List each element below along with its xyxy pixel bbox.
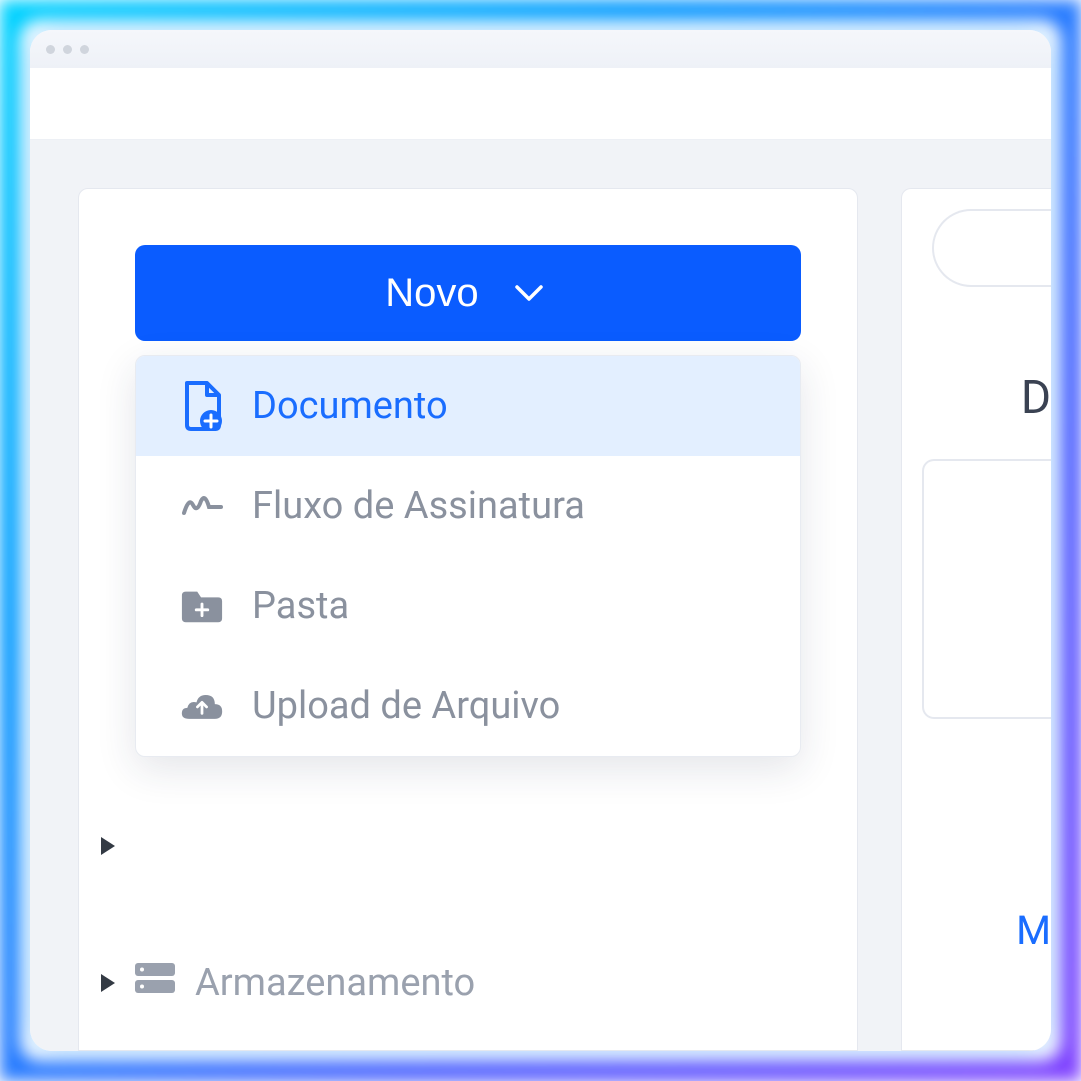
tree-item[interactable] [101, 837, 115, 855]
caret-right-icon [101, 837, 115, 855]
right-box-partial [922, 459, 1051, 719]
signature-icon [180, 484, 224, 528]
menu-item-label: Pasta [252, 584, 349, 628]
document-plus-icon [180, 384, 224, 428]
traffic-light-dot[interactable] [80, 45, 89, 54]
sidebar-panel: Novo [78, 188, 858, 1051]
menu-item-document[interactable]: Documento [136, 356, 800, 456]
menu-item-folder[interactable]: Pasta [136, 556, 800, 656]
new-button[interactable]: Novo [135, 245, 801, 341]
right-panel: D M [901, 188, 1051, 1051]
traffic-light-dot[interactable] [46, 45, 55, 54]
content-area: Novo [30, 140, 1051, 1051]
partial-text-d: D [1021, 371, 1051, 425]
new-button-label: Novo [385, 271, 478, 316]
tree-item-label: Armazenamento [195, 961, 475, 1005]
app-window: Novo [30, 30, 1051, 1051]
tree-item-storage[interactable]: Armazenamento [101, 961, 475, 1005]
menu-item-label: Fluxo de Assinatura [252, 484, 585, 528]
right-pill-partial [932, 209, 1051, 287]
menu-item-label: Upload de Arquivo [252, 684, 560, 728]
partial-text-m: M [1016, 907, 1051, 954]
folder-plus-icon [180, 584, 224, 628]
chevron-down-icon [507, 271, 551, 315]
window-titlebar [30, 30, 1051, 68]
menu-item-signature-flow[interactable]: Fluxo de Assinatura [136, 456, 800, 556]
new-dropdown-menu: Documento Fluxo de Assinatura [135, 355, 801, 757]
traffic-light-dot[interactable] [63, 45, 72, 54]
toolbar-strip [30, 68, 1051, 140]
menu-item-label: Documento [252, 384, 448, 428]
cloud-upload-icon [180, 684, 224, 728]
storage-icon [133, 961, 177, 1005]
menu-item-upload-file[interactable]: Upload de Arquivo [136, 656, 800, 756]
caret-right-icon [101, 974, 115, 992]
